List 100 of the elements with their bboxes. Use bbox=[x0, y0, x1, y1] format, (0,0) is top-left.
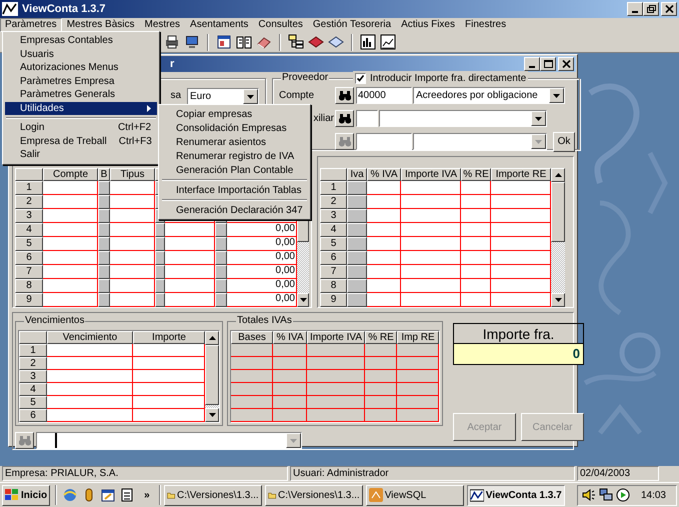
gem-icon[interactable] bbox=[308, 34, 324, 50]
menu-bar-item[interactable]: Finestres bbox=[460, 18, 512, 32]
line-chart-icon[interactable] bbox=[380, 34, 396, 50]
scroll-thumb[interactable] bbox=[205, 345, 219, 405]
cell-button[interactable] bbox=[347, 279, 367, 293]
taskbar-button[interactable]: C:\Versiones\1.3... bbox=[164, 484, 262, 506]
search-button[interactable] bbox=[335, 87, 354, 104]
menu-item[interactable]: Login Ctrl+F2 bbox=[5, 121, 157, 134]
tree-icon[interactable] bbox=[288, 34, 304, 50]
book-icon[interactable] bbox=[236, 34, 252, 50]
checkbox[interactable] bbox=[355, 73, 366, 84]
menu-item[interactable]: Paràmetres Empresa bbox=[5, 74, 157, 88]
dropdown-button[interactable] bbox=[243, 89, 258, 104]
menu-item[interactable]: Salir bbox=[5, 148, 157, 162]
account-dropdown[interactable]: Acreedores por obligacione bbox=[413, 87, 565, 104]
cell-button[interactable] bbox=[215, 251, 227, 265]
cell-button[interactable] bbox=[347, 265, 367, 279]
scroll-down-button[interactable] bbox=[297, 293, 309, 307]
menu-item[interactable]: Empresa de Treball Ctrl+F3 bbox=[5, 134, 157, 148]
cell-button[interactable] bbox=[155, 293, 165, 307]
minimize-button[interactable] bbox=[524, 57, 540, 71]
window-icon[interactable] bbox=[100, 487, 116, 503]
cell-button[interactable] bbox=[347, 251, 367, 265]
printer-icon[interactable] bbox=[164, 34, 180, 50]
notepad-icon[interactable] bbox=[119, 487, 136, 503]
menu-item[interactable]: Interface Importación Tablas bbox=[161, 183, 308, 197]
cell-button[interactable] bbox=[215, 223, 227, 237]
search-button[interactable] bbox=[335, 110, 354, 127]
cell-button[interactable] bbox=[347, 209, 367, 223]
cell-button[interactable] bbox=[347, 195, 367, 209]
currency-dropdown[interactable]: Euro bbox=[187, 88, 259, 105]
cell-button[interactable] bbox=[98, 237, 110, 251]
cell-button[interactable] bbox=[155, 223, 165, 237]
cell-button[interactable] bbox=[347, 223, 367, 237]
cell-button[interactable] bbox=[98, 265, 110, 279]
scrollbar[interactable] bbox=[205, 331, 219, 422]
taskbar-button[interactable]: ViewConta 1.3.7 bbox=[466, 484, 565, 506]
cell-button[interactable] bbox=[155, 265, 165, 279]
menu-item[interactable]: Renumerar registro de IVA bbox=[161, 149, 308, 163]
search-button[interactable] bbox=[15, 432, 34, 449]
cell-button[interactable] bbox=[98, 251, 110, 265]
menu-bar-item[interactable]: Mestres bbox=[139, 18, 186, 32]
cell-button[interactable] bbox=[98, 209, 110, 223]
menu-item[interactable]: Utilidades bbox=[5, 102, 157, 115]
cell-button[interactable] bbox=[215, 265, 227, 279]
cell-button[interactable] bbox=[155, 237, 165, 251]
scroll-thumb[interactable] bbox=[551, 182, 565, 242]
play-icon[interactable] bbox=[616, 488, 630, 502]
menu-bar-item[interactable]: Consultes bbox=[253, 18, 308, 32]
cell-button[interactable] bbox=[98, 223, 110, 237]
cell-button[interactable] bbox=[347, 293, 367, 307]
minimize-button[interactable] bbox=[627, 2, 643, 16]
crystal-icon[interactable] bbox=[328, 34, 344, 50]
menu-item[interactable]: Autorizaciones Menus bbox=[5, 61, 157, 74]
close-button[interactable] bbox=[558, 57, 574, 71]
cell-button[interactable] bbox=[98, 279, 110, 293]
menu-bar-item[interactable]: Actius Fixes bbox=[396, 18, 460, 32]
scroll-up-button[interactable] bbox=[205, 331, 219, 345]
cell-button[interactable] bbox=[347, 181, 367, 195]
start-button[interactable]: Inicio bbox=[2, 484, 50, 506]
menu-bar-item[interactable]: Gestión Tesoreria bbox=[308, 18, 396, 32]
menu-item[interactable]: Paràmetres Generals bbox=[5, 88, 157, 102]
cell-button[interactable] bbox=[155, 279, 165, 293]
code-field[interactable]: 40000 bbox=[356, 87, 412, 104]
dropdown-button[interactable] bbox=[549, 88, 564, 103]
menu-bar-item[interactable]: Asentaments bbox=[185, 18, 254, 32]
window-icon[interactable] bbox=[216, 34, 232, 50]
dropdown-button[interactable] bbox=[531, 134, 546, 149]
menu-item[interactable]: Generación Declaración 347 bbox=[161, 203, 308, 217]
code-field[interactable] bbox=[356, 133, 412, 150]
scroll-down-button[interactable] bbox=[205, 408, 219, 422]
menu-item[interactable]: Renumerar asientos bbox=[161, 135, 308, 149]
menu-bar-item[interactable]: Mestres Bàsics bbox=[62, 18, 140, 32]
taskbar-button[interactable]: C:\Versiones\1.3... bbox=[264, 484, 363, 506]
close-button[interactable] bbox=[661, 2, 677, 16]
menu-item[interactable]: Empresas Contables bbox=[5, 34, 157, 48]
cell-button[interactable] bbox=[215, 293, 227, 307]
menu-item[interactable]: Consolidación Empresas bbox=[161, 121, 308, 135]
scrollbar[interactable] bbox=[551, 168, 565, 307]
cell-button[interactable] bbox=[215, 237, 227, 251]
network-icon[interactable] bbox=[598, 488, 613, 502]
cell-button[interactable] bbox=[98, 195, 110, 209]
scroll-up-button[interactable] bbox=[551, 168, 565, 182]
menu-item[interactable]: Copiar empresas bbox=[161, 107, 308, 121]
menu-item[interactable]: Usuaris bbox=[5, 48, 157, 61]
account-dropdown[interactable] bbox=[413, 133, 547, 150]
cell-button[interactable] bbox=[347, 237, 367, 251]
globe-icon[interactable] bbox=[62, 487, 78, 503]
account-dropdown[interactable] bbox=[379, 110, 547, 127]
code-field[interactable] bbox=[356, 110, 378, 127]
menu-item[interactable]: Generación Plan Contable bbox=[161, 163, 308, 177]
cell-button[interactable] bbox=[98, 293, 110, 307]
dropdown-button[interactable] bbox=[531, 111, 546, 126]
maximize-button[interactable] bbox=[540, 57, 556, 71]
scroll-down-button[interactable] bbox=[551, 293, 565, 307]
restore-button[interactable] bbox=[643, 2, 659, 16]
taskbar-button[interactable]: ViewSQL bbox=[366, 484, 464, 506]
cell-button[interactable] bbox=[155, 251, 165, 265]
bar-chart-icon[interactable] bbox=[360, 34, 376, 50]
monitor-icon[interactable] bbox=[184, 34, 200, 50]
